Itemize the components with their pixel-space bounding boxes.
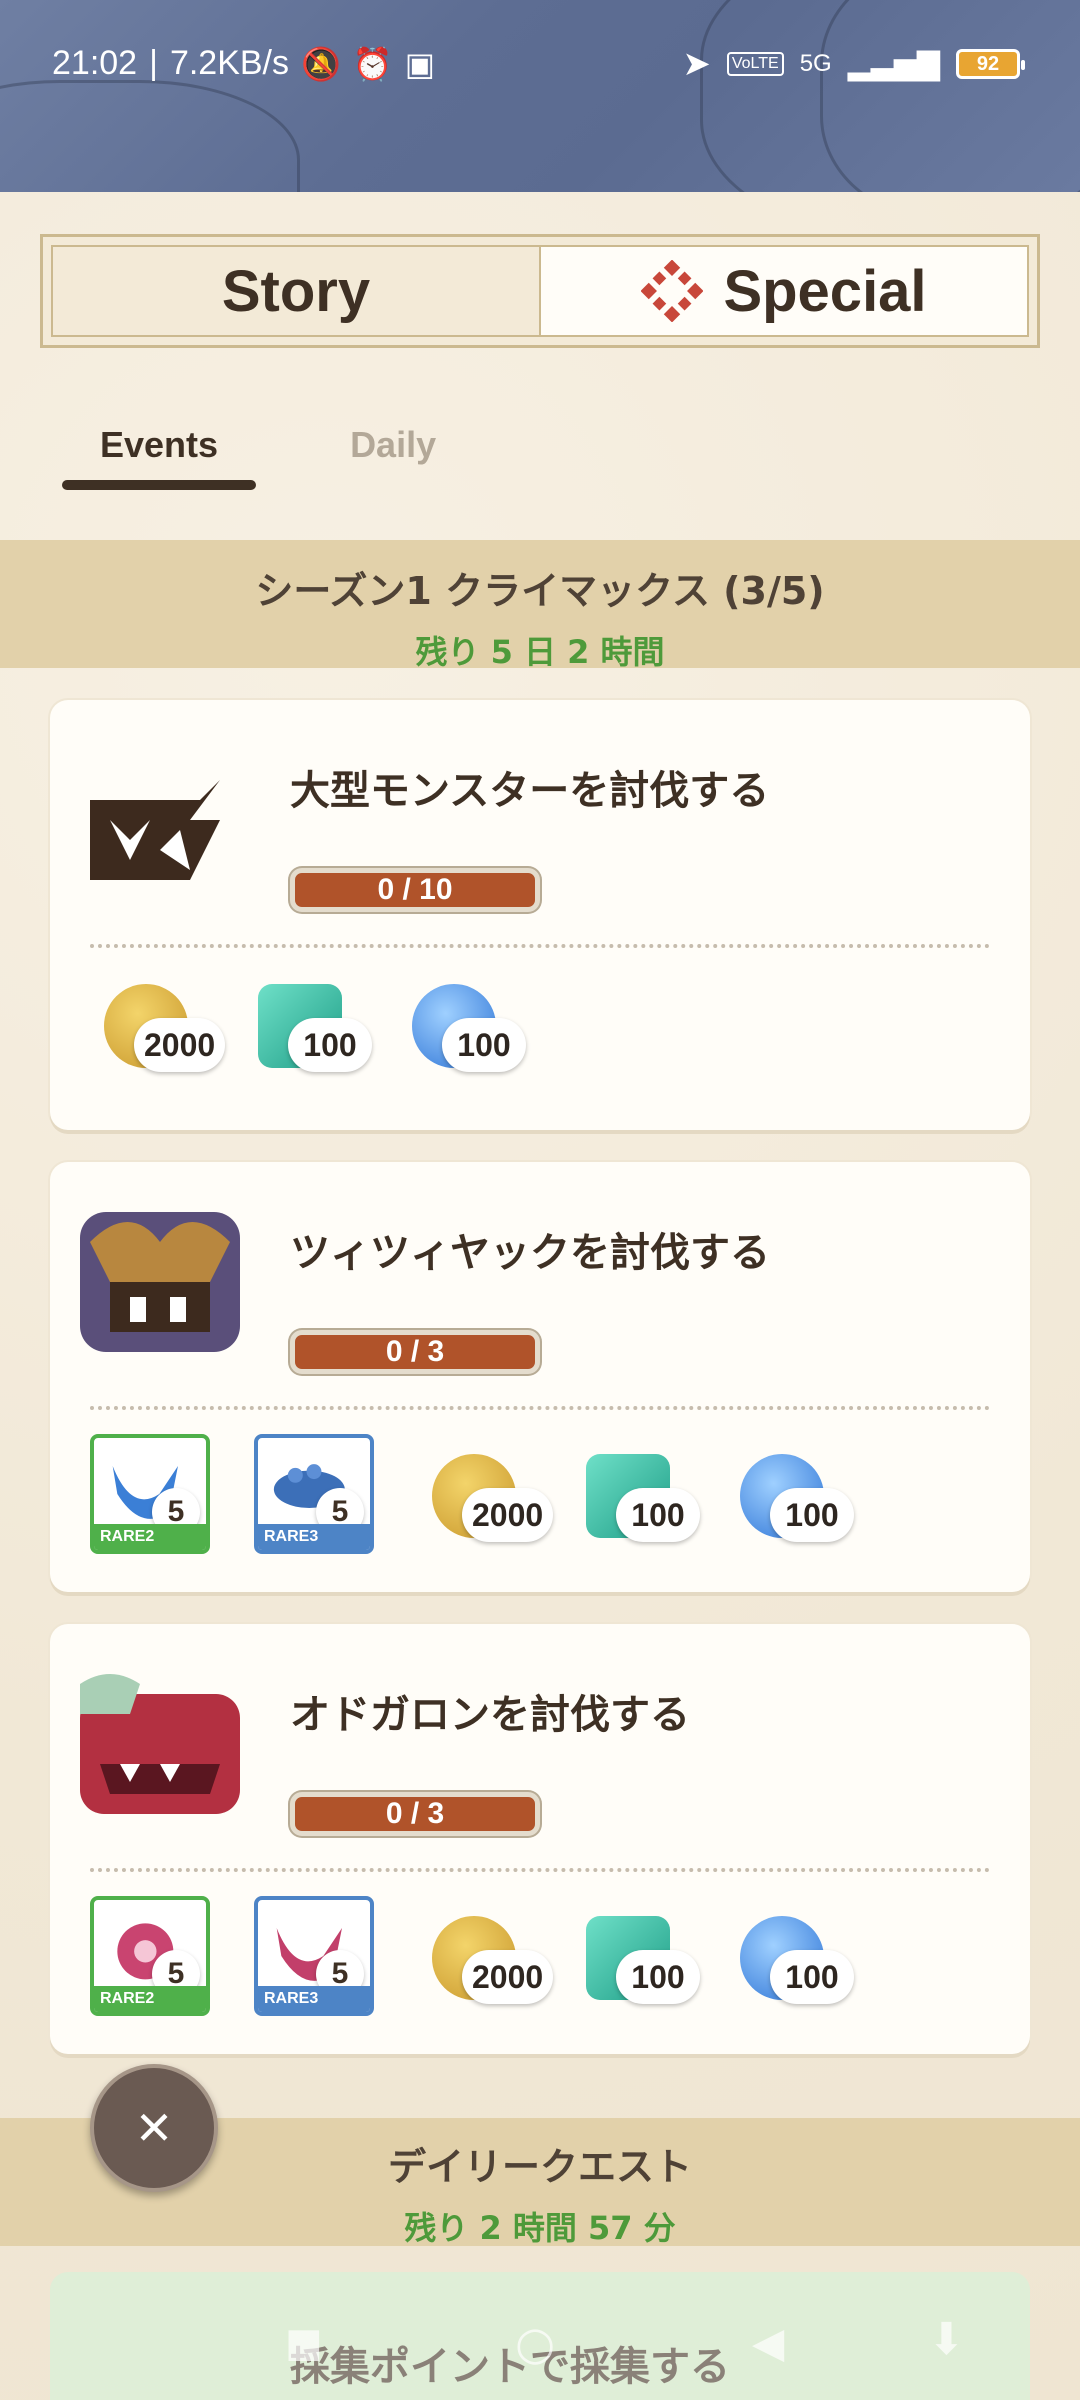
reward-count: 100 [616, 1950, 700, 2004]
rarity-label: RARE3 [258, 1524, 370, 1550]
reward-special-point: 100 [726, 1906, 866, 2006]
clock: 21:02 [52, 44, 138, 82]
season-banner: シーズン1 クライマックス (3/5) 残り 5 日 2 時間 [0, 540, 1080, 671]
reward-list: 2000 100 100 [90, 974, 538, 1074]
separator: | [149, 44, 158, 82]
tab-special-label: Special [723, 258, 927, 324]
network-type: 5G [799, 50, 832, 77]
battery-level: 92 [976, 52, 1000, 75]
quest-progress: 0 / 3 [290, 1330, 540, 1374]
reward-special-point: 100 [398, 974, 538, 1074]
quest-progress: 0 / 3 [290, 1792, 540, 1836]
sub-tabs: Events Daily [62, 420, 474, 490]
quest-card[interactable]: オドガロンを討伐する 0 / 3 5 RARE2 5 RARE3 2000 10… [50, 1624, 1030, 2054]
divider [90, 1868, 990, 1872]
quest-card[interactable]: 大型モンスターを討伐する 0 / 10 2000 100 100 [50, 700, 1030, 1130]
reward-zenny: 2000 [418, 1444, 558, 1544]
reward-count: 100 [442, 1018, 526, 1072]
reward-list: 5 RARE2 5 RARE3 2000 100 100 [90, 1896, 866, 2016]
reward-count: 100 [770, 1950, 854, 2004]
daily-remaining: 残り 2 時間 57 分 [404, 2209, 676, 2247]
item-reward[interactable]: 5 RARE2 [90, 1896, 210, 2016]
item-reward[interactable]: 5 RARE3 [254, 1896, 374, 2016]
reward-count: 100 [288, 1018, 372, 1072]
season-title: シーズン1 クライマックス (3/5) [255, 569, 825, 613]
divider [90, 944, 990, 948]
item-reward[interactable]: 5 RARE3 [254, 1434, 374, 1554]
map-road [0, 80, 300, 192]
reward-count: 100 [770, 1488, 854, 1542]
status-right: ➤ VoLTE 5G ▂▃▅▇ 92 [682, 44, 1025, 84]
reward-special-point: 100 [726, 1444, 866, 1544]
reward-zenny: 2000 [90, 974, 230, 1074]
alarm-icon: ⏰ [352, 45, 393, 82]
tzitzi-ya-ku-icon [80, 1212, 240, 1352]
rarity-label: RARE2 [94, 1524, 206, 1550]
quest-title: 大型モンスターを討伐する [290, 768, 770, 814]
mute-bell-icon: 🔕 [301, 45, 341, 82]
quest-title: 採集ポイントで採集する [290, 2344, 730, 2390]
large-monster-icon [90, 780, 220, 880]
reward-count: 2000 [134, 1018, 226, 1072]
quest-title: ツィツィヤックを討伐する [290, 1230, 770, 1276]
tab-story[interactable]: Story [53, 247, 539, 335]
tab-story-label: Story [221, 258, 371, 324]
network-speed: 7.2KB/s [169, 44, 290, 82]
map-road [820, 0, 1080, 192]
reward-count: 2000 [462, 1488, 554, 1542]
tab-daily[interactable]: Daily [312, 420, 474, 490]
reward-count: 2000 [462, 1950, 554, 2004]
reward-zenny: 2000 [418, 1906, 558, 2006]
quest-progress: 0 / 10 [290, 868, 540, 912]
battery-icon: 92 [956, 49, 1025, 79]
reward-gem: 100 [572, 1906, 712, 2006]
reward-list: 5 RARE2 5 RARE3 2000 100 100 [90, 1434, 866, 1554]
tab-special[interactable]: Special [539, 247, 1027, 335]
reward-gem: 100 [572, 1444, 712, 1544]
app-notification-icon: ▣ [404, 45, 435, 82]
reward-count: 100 [616, 1488, 700, 1542]
item-reward[interactable]: 5 RARE2 [90, 1434, 210, 1554]
close-button[interactable]: ✕ [90, 2064, 218, 2192]
location-arrow-icon: ➤ [682, 45, 711, 83]
status-bar: 21:02 | 7.2KB/s 🔕 ⏰ ▣ ➤ VoLTE 5G ▂▃▅▇ 92 [0, 0, 1080, 192]
close-icon: ✕ [134, 2101, 174, 2155]
volte-icon: VoLTE [726, 52, 784, 76]
season-remaining: 残り 5 日 2 時間 [415, 633, 665, 671]
status-left: 21:02 | 7.2KB/s 🔕 ⏰ ▣ [52, 44, 435, 83]
tab-events[interactable]: Events [62, 420, 257, 490]
quest-card[interactable]: ツィツィヤックを討伐する 0 / 3 5 RARE2 5 RARE3 2000 … [50, 1162, 1030, 1592]
rarity-label: RARE3 [258, 1986, 370, 2012]
mode-tabs: Story Special [40, 234, 1040, 348]
rarity-label: RARE2 [94, 1986, 206, 2012]
quest-title: オドガロンを討伐する [290, 1692, 690, 1738]
divider [90, 1406, 990, 1410]
signal-icon: ▂▃▅▇ [847, 47, 940, 81]
reward-gem: 100 [244, 974, 384, 1074]
special-icon [641, 260, 704, 322]
odogaron-icon [80, 1674, 240, 1814]
quest-card[interactable]: 採集ポイントで採集する [50, 2272, 1030, 2400]
